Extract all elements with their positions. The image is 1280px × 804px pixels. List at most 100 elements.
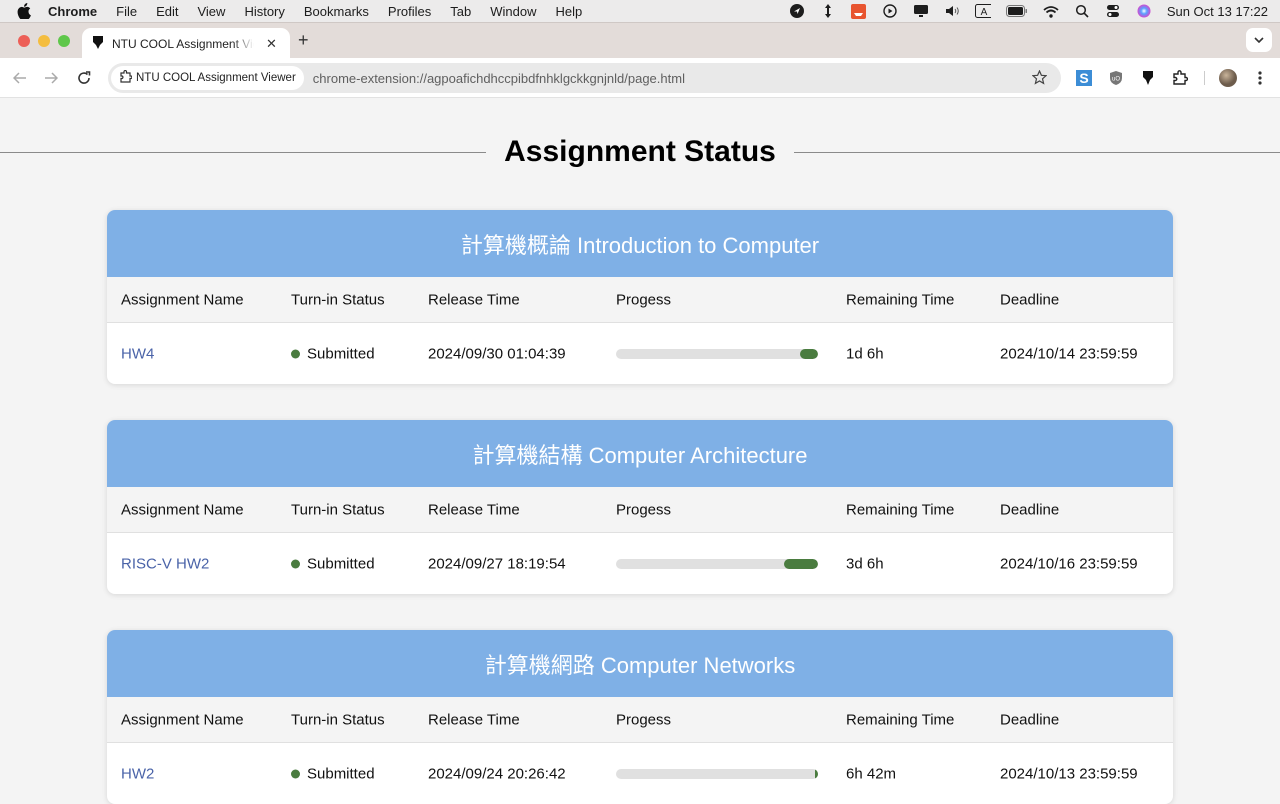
address-bar[interactable]: NTU COOL Assignment Viewer chrome-extens…	[108, 63, 1061, 93]
progress-fill	[783, 558, 818, 569]
col-header-name: Assignment Name	[121, 291, 244, 308]
status-dot-icon	[291, 769, 300, 778]
chrome-menu-icon[interactable]	[1251, 69, 1269, 87]
play-circle-icon[interactable]	[882, 3, 898, 19]
status-badge: Submitted	[291, 765, 375, 782]
deadline: 2024/10/13 23:59:59	[1000, 765, 1138, 782]
app-status-icon[interactable]	[851, 3, 867, 19]
reload-button[interactable]	[76, 70, 92, 86]
extension-s-icon[interactable]: S	[1075, 69, 1093, 87]
page-title: Assignment Status	[504, 135, 776, 168]
bookmark-star-icon[interactable]	[1031, 69, 1048, 90]
table-row: HW2 Submitted 2024/09/24 20:26:42 6h 42m…	[107, 743, 1173, 804]
col-header-deadline: Deadline	[1000, 711, 1060, 728]
release-time: 2024/09/30 01:04:39	[428, 345, 566, 362]
page-heading: Assignment Status	[0, 135, 1280, 169]
maximize-window-button[interactable]	[58, 35, 70, 47]
menu-window[interactable]: Window	[490, 4, 536, 19]
menu-help[interactable]: Help	[556, 4, 583, 19]
browser-toolbar: NTU COOL Assignment Viewer chrome-extens…	[0, 58, 1280, 98]
minimize-window-button[interactable]	[38, 35, 50, 47]
menu-file[interactable]: File	[116, 4, 137, 19]
control-center-icon[interactable]	[1105, 3, 1121, 19]
browser-tab-active[interactable]: NTU COOL Assignment Viewer ✕	[82, 28, 290, 60]
tab-search-button[interactable]	[1246, 28, 1272, 52]
profile-avatar[interactable]	[1218, 68, 1238, 88]
ntu-cool-extension-icon[interactable]	[1139, 69, 1157, 87]
status-text: Submitted	[307, 765, 375, 782]
table-header: Assignment Name Turn-in Status Release T…	[107, 487, 1173, 533]
menu-clock[interactable]: Sun Oct 13 17:22	[1167, 4, 1268, 19]
menu-profiles[interactable]: Profiles	[388, 4, 431, 19]
vertical-arrows-icon[interactable]	[820, 3, 836, 19]
forward-button[interactable]	[43, 70, 59, 86]
menu-app-name[interactable]: Chrome	[48, 4, 97, 19]
menu-tab[interactable]: Tab	[450, 4, 471, 19]
col-header-name: Assignment Name	[121, 711, 244, 728]
col-header-status: Turn-in Status	[291, 291, 385, 308]
tab-close-icon[interactable]: ✕	[266, 36, 277, 52]
col-header-release: Release Time	[428, 291, 520, 308]
wifi-icon[interactable]	[1043, 3, 1059, 19]
col-header-deadline: Deadline	[1000, 501, 1060, 518]
col-header-release: Release Time	[428, 501, 520, 518]
location-arrow-icon[interactable]	[789, 3, 805, 19]
progress-fill	[799, 348, 818, 359]
course-card: 計算機結構 Computer Architecture Assignment N…	[107, 420, 1173, 594]
remaining-time: 1d 6h	[846, 345, 884, 362]
ublock-shield-icon[interactable]: uO	[1107, 69, 1125, 87]
col-header-status: Turn-in Status	[291, 501, 385, 518]
status-dot-icon	[291, 559, 300, 568]
input-method-icon[interactable]: A	[974, 3, 991, 19]
macos-menu-bar: Chrome File Edit View History Bookmarks …	[0, 0, 1280, 22]
deadline: 2024/10/16 23:59:59	[1000, 555, 1138, 572]
deadline: 2024/10/14 23:59:59	[1000, 345, 1138, 362]
assignment-link[interactable]: HW2	[121, 765, 154, 782]
url-text[interactable]: chrome-extension://agpoafichdhccpibdfnhk…	[313, 71, 685, 86]
col-header-remaining: Remaining Time	[846, 291, 955, 308]
col-header-remaining: Remaining Time	[846, 501, 955, 518]
battery-icon[interactable]	[1005, 3, 1028, 19]
col-header-status: Turn-in Status	[291, 711, 385, 728]
assignment-link[interactable]: RISC-V HW2	[121, 555, 209, 572]
volume-icon[interactable]	[944, 3, 960, 19]
table-row: HW4 Submitted 2024/09/30 01:04:39 1d 6h …	[107, 323, 1173, 384]
apple-logo-icon[interactable]	[17, 3, 31, 19]
col-header-remaining: Remaining Time	[846, 711, 955, 728]
status-badge: Submitted	[291, 555, 375, 572]
remaining-time: 3d 6h	[846, 555, 884, 572]
course-title: 計算機網路 Computer Networks	[107, 630, 1173, 697]
course-card: 計算機概論 Introduction to Computer Assignmen…	[107, 210, 1173, 384]
spotlight-search-icon[interactable]	[1074, 3, 1090, 19]
table-header: Assignment Name Turn-in Status Release T…	[107, 277, 1173, 323]
menu-bookmarks[interactable]: Bookmarks	[304, 4, 369, 19]
col-header-deadline: Deadline	[1000, 291, 1060, 308]
progress-bar	[616, 768, 818, 779]
course-card: 計算機網路 Computer Networks Assignment Name …	[107, 630, 1173, 804]
new-tab-button[interactable]: +	[298, 30, 309, 51]
col-header-name: Assignment Name	[121, 501, 244, 518]
tab-favicon-icon	[92, 35, 104, 53]
browser-tab-strip: NTU COOL Assignment Viewer ✕ +	[0, 22, 1280, 60]
svg-text:uO: uO	[1112, 77, 1120, 83]
menu-view[interactable]: View	[197, 4, 225, 19]
status-text: Submitted	[307, 555, 375, 572]
remaining-time: 6h 42m	[846, 765, 897, 782]
progress-bar	[616, 348, 818, 359]
site-info-chip[interactable]: NTU COOL Assignment Viewer	[111, 66, 304, 90]
site-chip-label: NTU COOL Assignment Viewer	[136, 72, 296, 84]
back-button[interactable]	[12, 70, 28, 86]
menu-edit[interactable]: Edit	[156, 4, 178, 19]
status-text: Submitted	[307, 345, 375, 362]
table-row: RISC-V HW2 Submitted 2024/09/27 18:19:54…	[107, 533, 1173, 594]
assignment-link[interactable]: HW4	[121, 345, 154, 362]
menu-history[interactable]: History	[244, 4, 284, 19]
col-header-progress: Progess	[616, 291, 672, 308]
display-icon[interactable]	[913, 3, 929, 19]
siri-icon[interactable]	[1136, 3, 1152, 19]
col-header-progress: Progess	[616, 501, 672, 518]
heading-rule-right	[793, 151, 1280, 153]
status-badge: Submitted	[291, 345, 375, 362]
close-window-button[interactable]	[18, 35, 30, 47]
extensions-puzzle-icon[interactable]	[1171, 69, 1189, 87]
